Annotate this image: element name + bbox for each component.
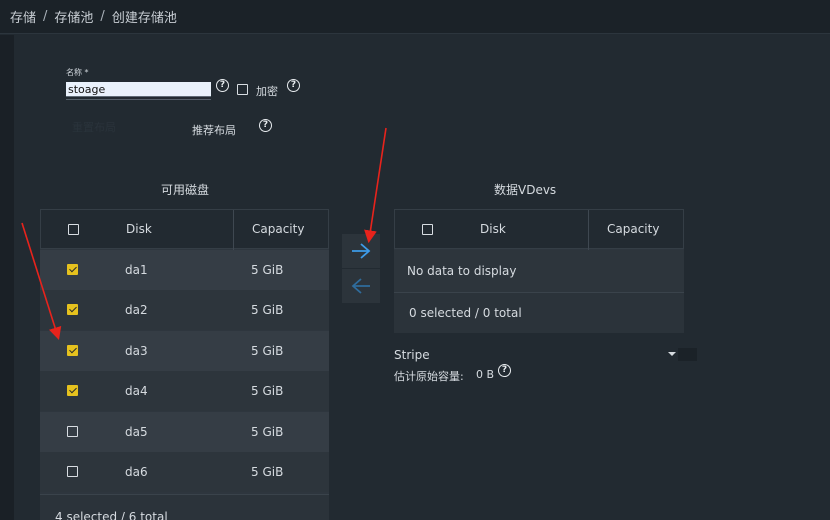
select-all-checkbox[interactable]	[68, 224, 79, 235]
arrow-left-icon	[351, 278, 370, 294]
breadcrumb-item-storage[interactable]: 存储	[10, 7, 36, 26]
name-input-underline	[66, 99, 211, 100]
row-checkbox[interactable]	[67, 385, 78, 396]
disk-capacity: 5 GiB	[251, 425, 284, 439]
suggest-layout-button[interactable]: 推荐布局	[192, 122, 236, 138]
available-disks-title: 可用磁盘	[161, 183, 210, 197]
encrypt-label: 加密	[256, 85, 278, 98]
selection-count: 4 selected / 6 total	[55, 510, 168, 520]
estimated-capacity-value: 0 B	[476, 368, 495, 381]
table-row[interactable]: da5 5 GiB	[40, 412, 329, 452]
row-checkbox[interactable]	[67, 264, 78, 275]
arrow-right-icon	[352, 243, 371, 259]
disk-capacity: 5 GiB	[251, 263, 284, 277]
table-footer: 4 selected / 6 total	[40, 494, 329, 520]
breadcrumb-separator: /	[100, 9, 105, 24]
column-header-disk[interactable]: Disk	[480, 222, 506, 236]
encrypt-checkbox[interactable]	[237, 84, 248, 95]
table-row[interactable]: da1 5 GiB	[40, 250, 329, 290]
help-icon[interactable]: ?	[216, 79, 229, 92]
reset-layout-button[interactable]: 重置布局	[72, 119, 168, 137]
available-disks-table: Disk Capacity da1 5 GiB da2 5 GiB da3 5 …	[40, 209, 329, 520]
disk-capacity: 5 GiB	[251, 344, 284, 358]
breadcrumb-separator: /	[43, 9, 48, 24]
table-header: Disk Capacity	[394, 209, 684, 250]
table-row[interactable]: da4 5 GiB	[40, 371, 329, 411]
disk-name: da5	[125, 425, 148, 439]
move-right-button[interactable]	[342, 234, 380, 268]
name-input[interactable]	[66, 82, 211, 97]
disk-name: da3	[125, 344, 148, 358]
disk-name: da4	[125, 384, 148, 398]
row-checkbox[interactable]	[67, 466, 78, 477]
chevron-down-icon[interactable]	[668, 352, 676, 356]
column-divider	[233, 210, 234, 250]
disk-capacity: 5 GiB	[251, 465, 284, 479]
breadcrumb: 存储 / 存储池 / 创建存储池	[0, 0, 830, 34]
breadcrumb-item-pools[interactable]: 存储池	[54, 7, 93, 26]
breadcrumb-item-create-pool: 创建存储池	[111, 11, 177, 26]
disk-name: da2	[125, 303, 148, 317]
data-vdevs-table: Disk Capacity No data to display 0 selec…	[394, 209, 684, 333]
empty-message: No data to display	[407, 264, 517, 278]
help-icon[interactable]: ?	[287, 79, 300, 92]
column-divider	[588, 210, 589, 250]
disk-name: da6	[125, 465, 148, 479]
column-header-capacity[interactable]: Capacity	[252, 222, 304, 236]
selection-count: 0 selected / 0 total	[409, 306, 522, 320]
move-left-button[interactable]	[342, 269, 380, 303]
row-checkbox[interactable]	[67, 345, 78, 356]
left-sidebar-edge	[0, 35, 14, 520]
table-row[interactable]: da2 5 GiB	[40, 290, 329, 330]
select-all-checkbox[interactable]	[422, 224, 433, 235]
data-vdevs-title: 数据VDevs	[494, 183, 557, 197]
vdev-layout-select-value[interactable]: Stripe	[394, 348, 430, 362]
empty-row: No data to display	[394, 250, 684, 292]
row-checkbox[interactable]	[67, 304, 78, 315]
table-row[interactable]: da6 5 GiB	[40, 452, 329, 492]
disk-name: da1	[125, 263, 148, 277]
help-icon[interactable]: ?	[498, 364, 511, 377]
row-checkbox[interactable]	[67, 426, 78, 437]
disk-capacity: 5 GiB	[251, 303, 284, 317]
column-header-disk[interactable]: Disk	[126, 222, 152, 236]
name-label: 名称 *	[66, 68, 89, 77]
help-icon[interactable]: ?	[259, 119, 272, 132]
annotation-arrow-right	[364, 127, 387, 244]
disk-capacity: 5 GiB	[251, 384, 284, 398]
column-header-capacity[interactable]: Capacity	[607, 222, 659, 236]
table-header: Disk Capacity	[40, 209, 329, 250]
table-footer: 0 selected / 0 total	[394, 292, 684, 333]
estimated-capacity-label: 估计原始容量:	[394, 370, 464, 383]
vdev-layout-select[interactable]	[678, 348, 697, 361]
table-row[interactable]: da3 5 GiB	[40, 331, 329, 371]
